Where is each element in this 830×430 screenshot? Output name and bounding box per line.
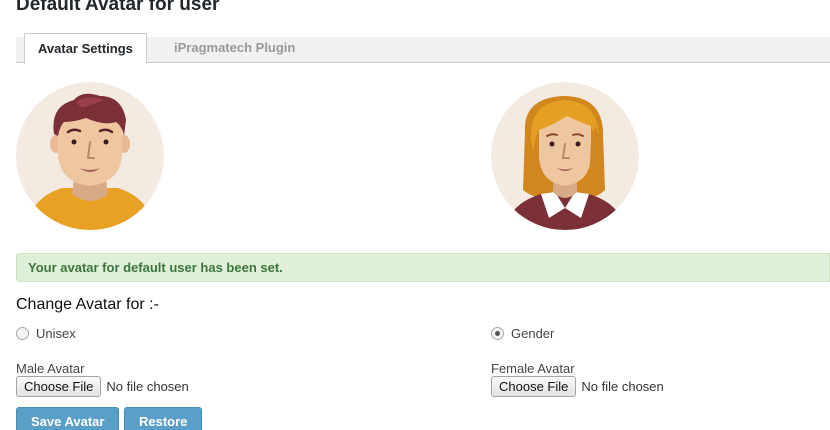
gender-label: Gender — [511, 326, 555, 341]
unisex-radio[interactable] — [16, 327, 29, 340]
page-title: Default Avatar for user — [16, 0, 220, 15]
unisex-label: Unisex — [36, 326, 76, 341]
tab-avatar-settings[interactable]: Avatar Settings — [24, 33, 147, 64]
male-file-input: Choose File No file chosen — [16, 376, 189, 397]
page: Default Avatar for user Avatar Settings … — [0, 0, 830, 430]
female-file-input: Choose File No file chosen — [491, 376, 664, 397]
gender-option[interactable]: Gender — [491, 326, 554, 341]
male-file-status: No file chosen — [106, 379, 189, 394]
tab-ipragmatech-plugin[interactable]: iPragmatech Plugin — [161, 33, 308, 62]
male-avatar-icon — [16, 82, 164, 230]
gender-radio[interactable] — [491, 327, 504, 340]
tab-bar: Avatar Settings iPragmatech Plugin — [16, 33, 830, 64]
success-notice: Your avatar for default user has been se… — [16, 253, 830, 282]
restore-button[interactable]: Restore — [124, 407, 203, 430]
male-avatar-label: Male Avatar — [16, 361, 85, 376]
unisex-option[interactable]: Unisex — [16, 326, 76, 341]
male-choose-file-button[interactable]: Choose File — [16, 376, 102, 397]
change-avatar-heading: Change Avatar for :- — [16, 296, 159, 313]
female-file-status: No file chosen — [581, 379, 664, 394]
save-avatar-button[interactable]: Save Avatar — [16, 407, 120, 430]
female-choose-file-button[interactable]: Choose File — [491, 376, 577, 397]
female-avatar-icon — [491, 82, 639, 230]
female-avatar-label: Female Avatar — [491, 361, 575, 376]
